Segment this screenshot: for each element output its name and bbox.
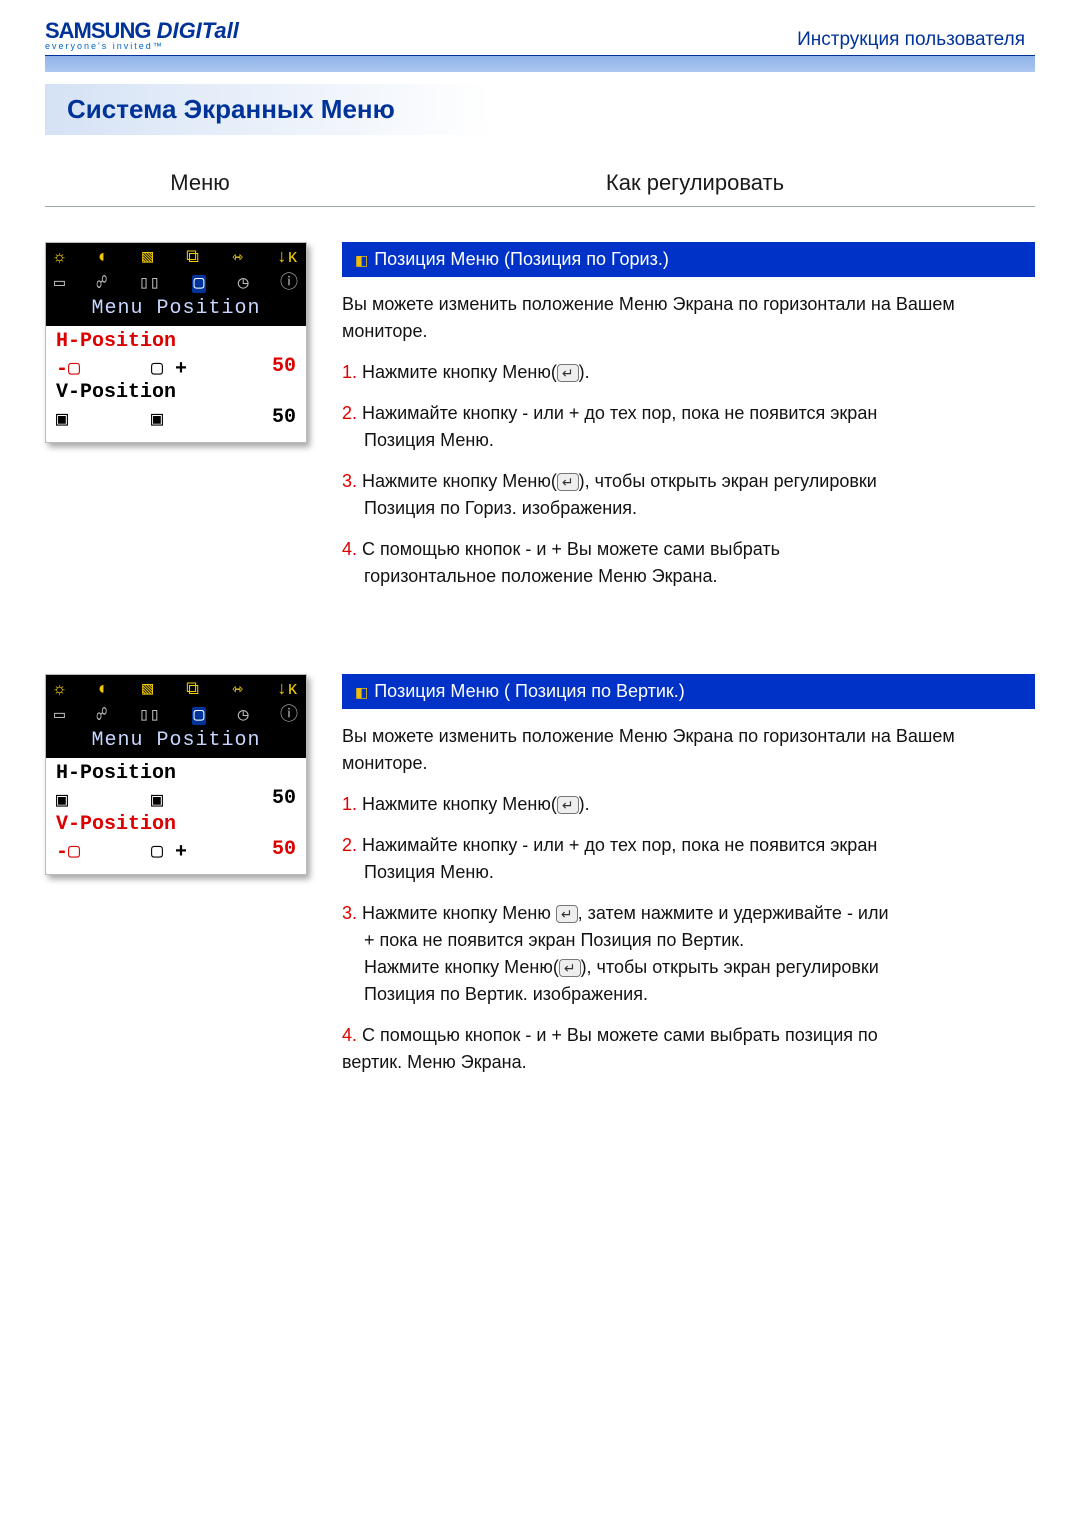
inst-step4-h: 4. С помощью кнопок - и + Вы можете сами… <box>342 536 1035 590</box>
osd-hpos-value-v: 50 <box>246 787 296 813</box>
h-right-icon: ▢ + <box>151 355 221 381</box>
enter-icon: ↵ <box>557 796 579 814</box>
doc-header: SAMSUNG DIGITall everyone's invited™ Инс… <box>45 20 1035 51</box>
inst-body-h: Вы можете изменить положение Меню Экрана… <box>342 291 1035 590</box>
instructions-h: ◧ Позиция Меню (Позиция по Гориз.) Вы мож… <box>342 242 1035 604</box>
v-down-icon: ▣ <box>56 406 126 432</box>
inst-intro-v: Вы можете изменить положение Меню Экрана… <box>342 723 1035 777</box>
osd-icon-row1: ☼ ◐ ▧ ⧉ ⇿ ↓ᴋ <box>46 243 306 269</box>
info-icon: ⓘ <box>280 707 298 725</box>
bars-icon: ▯▯ <box>138 275 160 293</box>
osd-icon-row2-v: ▭ ☍ ▯▯ ▢ ◷ ⓘ <box>46 701 306 727</box>
section-title: Система Экранных Меню <box>45 84 1035 135</box>
osd-body-v: H-Position ▣ ▣ 50 V-Position -▢ ▢ + 50 <box>46 758 306 874</box>
h-left-icon: -▢ <box>56 355 126 381</box>
osd-icon-row2: ▭ ☍ ▯▯ ▢ ◷ ⓘ <box>46 269 306 295</box>
brand-name-2: DIGITall <box>150 18 238 43</box>
v-up-icon: ▣ <box>151 406 221 432</box>
enter-icon: ↵ <box>559 959 581 977</box>
enter-icon: ↵ <box>556 905 578 923</box>
bars-icon: ▯▯ <box>138 707 160 725</box>
content-block-hposition: ☼ ◐ ▧ ⧉ ⇿ ↓ᴋ ▭ ☍ ▯▯ ▢ ◷ ⓘ Menu Position … <box>45 242 1035 604</box>
selected-icon: ▢ <box>192 707 207 725</box>
osd-title-v: Menu Position <box>46 727 306 758</box>
brand-logo: SAMSUNG DIGITall everyone's invited™ <box>45 20 239 51</box>
inst-body-v: Вы можете изменить положение Меню Экрана… <box>342 723 1035 1076</box>
osd-body-h: H-Position -▢ ▢ + 50 V-Position ▣ ▣ 50 <box>46 326 306 442</box>
section-title-text: Система Экранных Меню <box>67 94 395 124</box>
content-block-vposition: ☼ ◐ ▧ ⧉ ⇿ ↓ᴋ ▭ ☍ ▯▯ ▢ ◷ ⓘ Menu Position … <box>45 674 1035 1090</box>
inst-step2-v: 2. Нажимайте кнопку - или + до тех пор, … <box>342 832 1035 886</box>
inst-intro-h: Вы можете изменить положение Меню Экрана… <box>342 291 1035 345</box>
back-icon: ▧ <box>142 249 153 267</box>
window-icon: ⧉ <box>186 681 199 699</box>
inst-title-v: Позиция Меню ( Позиция по Вертик.) <box>374 681 685 701</box>
osd-vpos-label-v: V-Position <box>56 813 296 836</box>
contrast-icon: ◐ <box>98 681 109 699</box>
bullet-icon: ◧ <box>355 684 368 700</box>
osd-hpos-line-v: ▣ ▣ 50 <box>56 787 296 813</box>
window-icon: ⧉ <box>186 249 199 267</box>
osd-vpos-value-v: 50 <box>246 838 296 864</box>
inst-step3-h: 3. Нажмите кнопку Меню(↵), чтобы открыть… <box>342 468 1035 522</box>
enter-icon: ↵ <box>557 473 579 491</box>
inst-step2-h: 2. Нажимайте кнопку - или + до тех пор, … <box>342 400 1035 454</box>
back-icon: ▧ <box>142 681 153 699</box>
instructions-v: ◧ Позиция Меню ( Позиция по Вертик.) Вы м… <box>342 674 1035 1090</box>
doc-type-label: Инструкция пользователя <box>797 29 1025 51</box>
osd-hpos-label: H-Position <box>56 330 296 353</box>
bullet-icon: ◧ <box>355 252 368 268</box>
col-header-menu: Меню <box>45 170 355 206</box>
inst-step1-h: 1. Нажмите кнопку Меню(↵). <box>342 359 1035 386</box>
inst-step4-v: 4. С помощью кнопок - и + Вы можете сами… <box>342 1022 1035 1076</box>
osd-hpos-line: -▢ ▢ + 50 <box>56 355 296 381</box>
inst-header-h: ◧ Позиция Меню (Позиция по Гориз.) <box>342 242 1035 277</box>
brand-slogan: everyone's invited™ <box>45 42 239 51</box>
osd-vpos-value: 50 <box>246 406 296 432</box>
stretch-icon: ⇿ <box>232 249 243 267</box>
osd-hpos-value: 50 <box>246 355 296 381</box>
rect-icon: ▭ <box>54 707 65 725</box>
link-icon: ☍ <box>96 707 107 725</box>
h-right-icon: ▣ <box>151 787 221 813</box>
osd-vpos-line: ▣ ▣ 50 <box>56 406 296 432</box>
header-divider-bar <box>45 55 1035 72</box>
clock-icon: ◷ <box>238 275 249 293</box>
brand-name-1: SAMSUNG <box>45 18 150 43</box>
kelvin-icon: ↓ᴋ <box>276 681 298 699</box>
osd-screenshot-v: ☼ ◐ ▧ ⧉ ⇿ ↓ᴋ ▭ ☍ ▯▯ ▢ ◷ ⓘ Menu Position … <box>45 674 307 875</box>
osd-vpos-label: V-Position <box>56 381 296 404</box>
contrast-icon: ◐ <box>98 249 109 267</box>
sun-icon: ☼ <box>54 681 65 699</box>
sun-icon: ☼ <box>54 249 65 267</box>
v-up-icon: ▢ + <box>151 838 221 864</box>
kelvin-icon: ↓ᴋ <box>276 249 298 267</box>
link-icon: ☍ <box>96 275 107 293</box>
info-icon: ⓘ <box>280 275 298 293</box>
osd-hpos-label-v: H-Position <box>56 762 296 785</box>
inst-title-h: Позиция Меню (Позиция по Гориз.) <box>374 249 669 269</box>
inst-step1-v: 1. Нажмите кнопку Меню(↵). <box>342 791 1035 818</box>
inst-header-v: ◧ Позиция Меню ( Позиция по Вертик.) <box>342 674 1035 709</box>
stretch-icon: ⇿ <box>232 681 243 699</box>
v-down-icon: -▢ <box>56 838 126 864</box>
inst-step3-v: 3. Нажмите кнопку Меню ↵, затем нажмите … <box>342 900 1035 1008</box>
clock-icon: ◷ <box>238 707 249 725</box>
osd-vpos-line-v: -▢ ▢ + 50 <box>56 838 296 864</box>
h-left-icon: ▣ <box>56 787 126 813</box>
column-headers: Меню Как регулировать <box>45 170 1035 207</box>
selected-icon: ▢ <box>192 275 207 293</box>
section-title-wrap: Система Экранных Меню <box>45 84 1035 135</box>
osd-screenshot-h: ☼ ◐ ▧ ⧉ ⇿ ↓ᴋ ▭ ☍ ▯▯ ▢ ◷ ⓘ Menu Position … <box>45 242 307 443</box>
rect-icon: ▭ <box>54 275 65 293</box>
enter-icon: ↵ <box>557 364 579 382</box>
col-header-howto: Как регулировать <box>355 170 1035 206</box>
osd-title-h: Menu Position <box>46 295 306 326</box>
osd-icon-row1-v: ☼ ◐ ▧ ⧉ ⇿ ↓ᴋ <box>46 675 306 701</box>
